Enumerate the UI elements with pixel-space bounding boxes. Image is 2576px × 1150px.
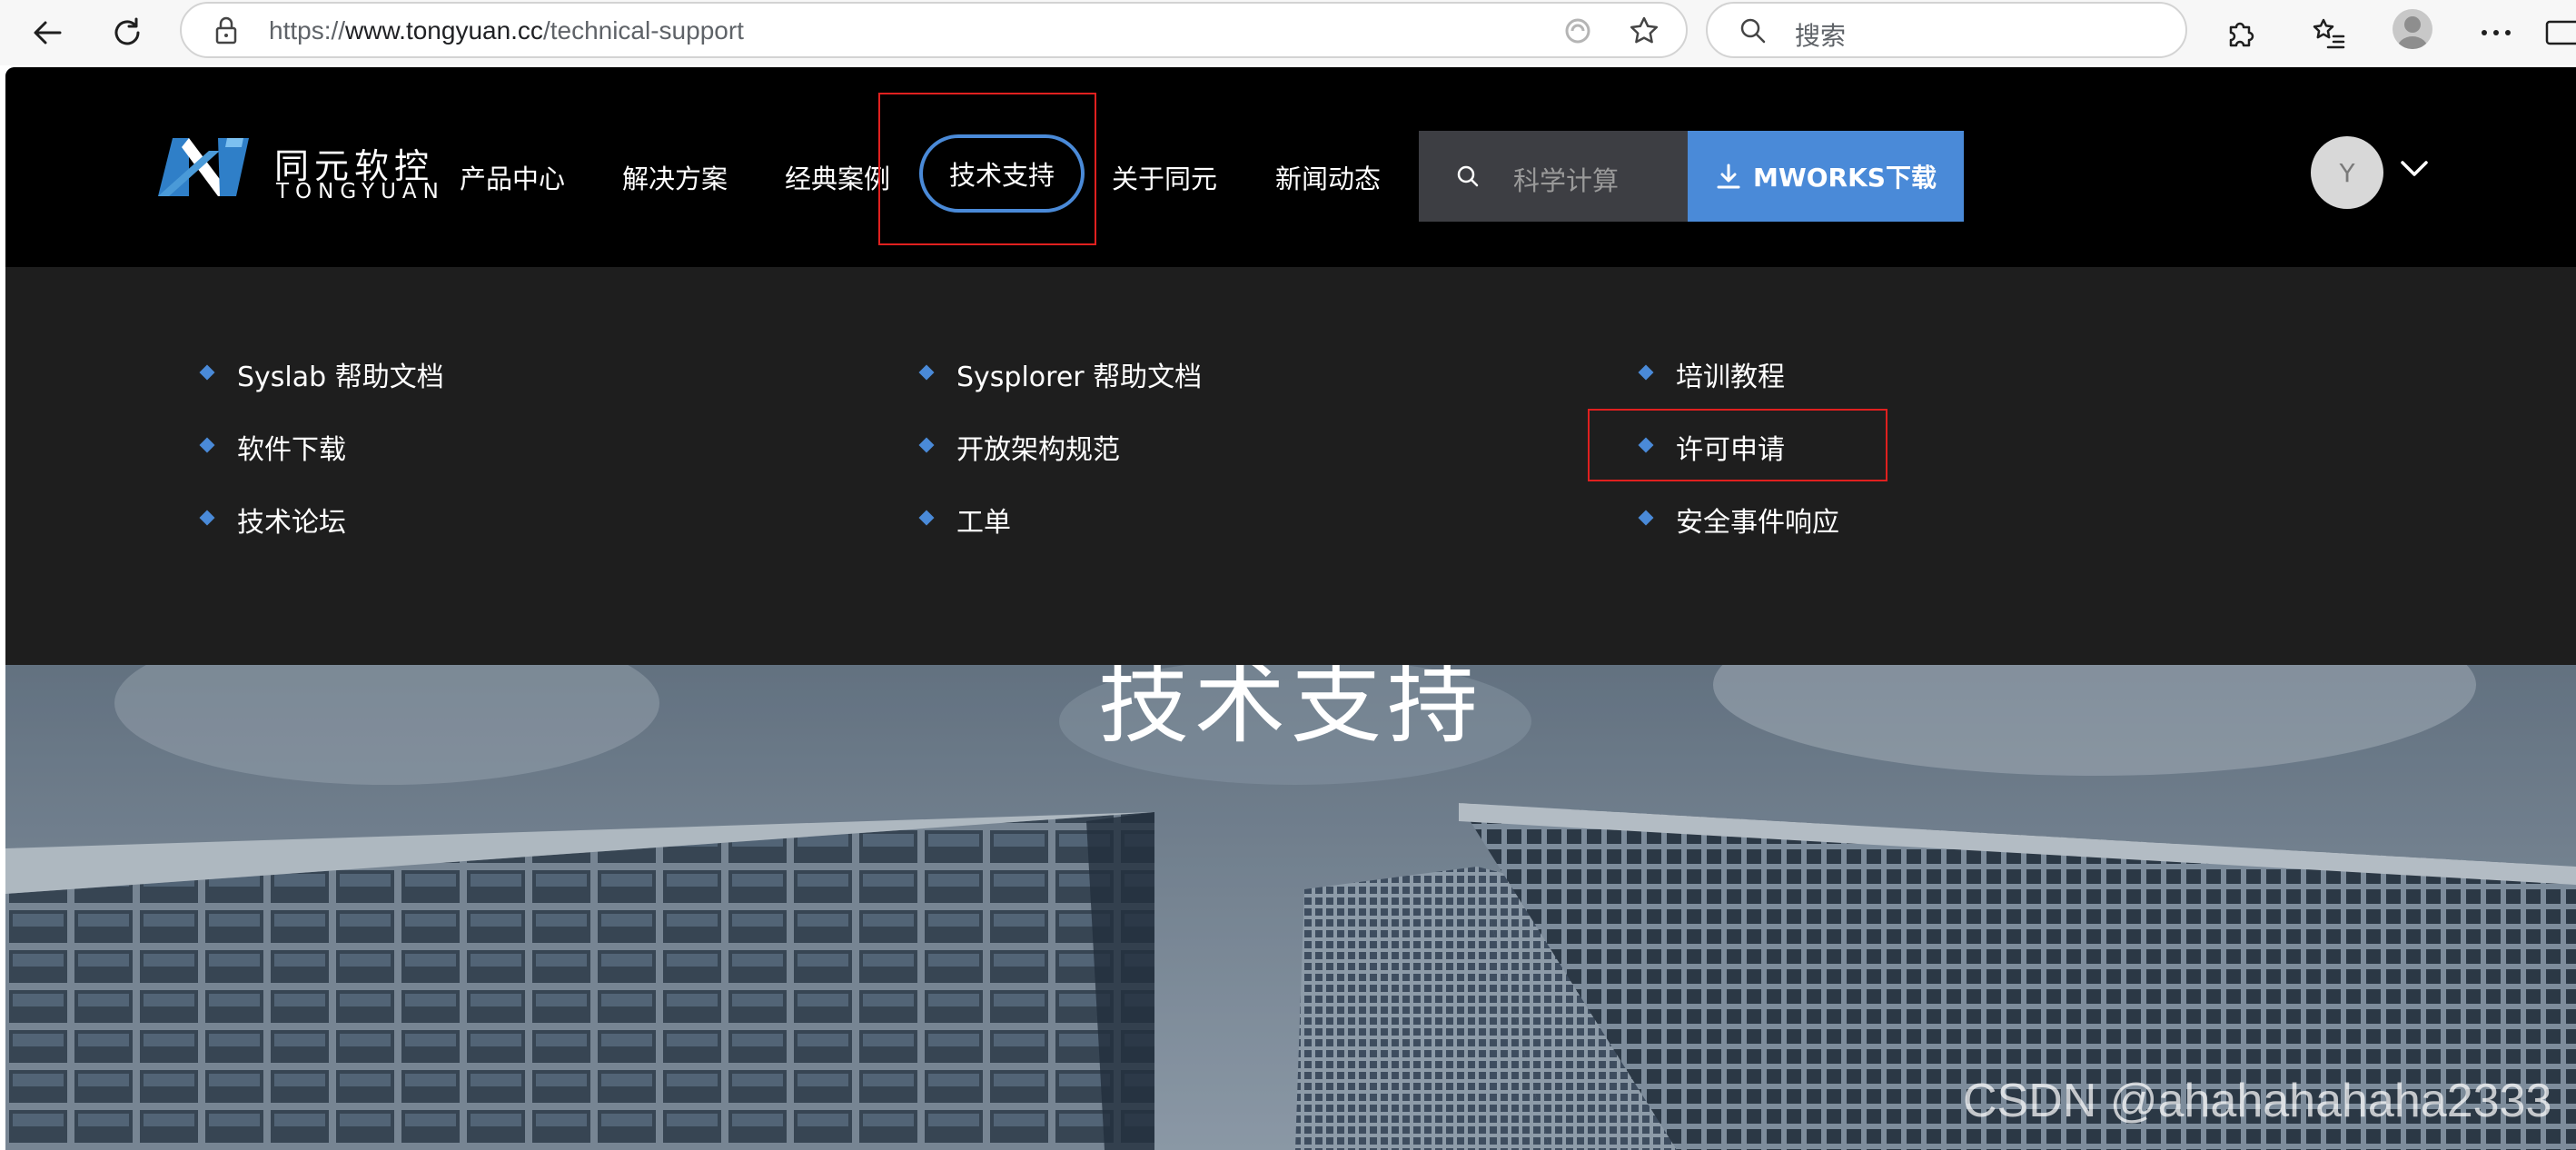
url-text: https://www.tongyuan.cc/technical-suppor… [269,16,744,45]
site-navbar: 同元软控 TONGYUAN 产品中心 解决方案 经典案例 技术支持 关于同元 新… [5,67,2576,267]
site-search-placeholder: 科学计算 [1513,165,1620,196]
bullet-icon [1638,364,1654,381]
nav-cases[interactable]: 经典案例 [785,158,890,196]
menu-item-work-order[interactable]: 工单 [956,500,1011,540]
sidebar-toggle-button[interactable] [2543,5,2576,60]
nav-solutions[interactable]: 解决方案 [622,158,728,196]
browser-search-placeholder: 搜索 [1795,21,1847,51]
logo-english-name: TONGYUAN [276,180,445,203]
search-icon [1740,18,1766,44]
back-arrow-icon [34,21,62,45]
url-domain: www.tongyuan.cc [345,16,543,45]
sidebar-icon [2545,20,2576,45]
bullet-icon [918,437,935,453]
download-label: MWORKS下载 [1753,163,1937,193]
puzzle-icon [2229,22,2254,47]
nav-about[interactable]: 关于同元 [1112,158,1217,196]
favorite-star-icon[interactable] [1628,15,1660,47]
nav-news[interactable]: 新闻动态 [1275,158,1381,196]
bullet-icon [199,437,215,453]
menu-item-training[interactable]: 培训教程 [1676,354,1785,394]
browser-search-box[interactable]: 搜索 [1706,2,2187,58]
tongyuan-logo-icon[interactable] [154,129,254,205]
url-path: /technical-support [542,16,744,45]
user-avatar[interactable]: Y [2311,136,2383,209]
address-bar[interactable]: https://www.tongyuan.cc/technical-suppor… [180,2,1688,58]
website-viewport: 技术支持 CSDN @ahahahahaha2333 同元软控 TONGYUAN… [5,67,2576,1150]
reading-mode-icon[interactable] [1562,15,1593,46]
reload-icon [114,17,140,45]
download-icon [1717,164,1740,189]
url-scheme: https:// [269,16,346,45]
annotation-highlight-box [1588,409,1887,481]
bullet-icon [1638,510,1654,526]
more-options-button[interactable] [2469,5,2523,60]
menu-item-open-arch-spec[interactable]: 开放架构规范 [956,427,1120,467]
search-icon [1457,165,1479,187]
bullet-icon [199,510,215,526]
reload-button[interactable] [100,5,154,60]
bullet-icon [918,510,935,526]
menu-item-syslab-docs[interactable]: Syslab 帮助文档 [237,354,444,394]
more-dots-icon [2482,30,2511,35]
extensions-button[interactable] [2214,5,2269,60]
bullet-icon [199,364,215,381]
menu-item-software-download[interactable]: 软件下载 [237,427,346,467]
chevron-down-icon[interactable] [2398,158,2431,180]
technical-support-dropdown: Syslab 帮助文档 软件下载 技术论坛 Sysplorer 帮助文档 开放架… [5,267,2576,665]
mworks-download-button[interactable]: MWORKS下载 [1688,131,1964,222]
lock-icon [215,16,237,45]
favorites-button[interactable] [2302,5,2356,60]
favorites-list-icon [2313,18,2345,49]
back-button[interactable] [20,5,74,60]
csdn-watermark: CSDN @ahahahahaha2333 [1963,1075,2552,1127]
browser-toolbar: https://www.tongyuan.cc/technical-suppor… [0,0,2576,65]
browser-profile-avatar[interactable] [2393,9,2432,49]
menu-item-security-response[interactable]: 安全事件响应 [1676,500,1839,540]
menu-item-tech-forum[interactable]: 技术论坛 [237,500,346,540]
menu-item-sysplorer-docs[interactable]: Sysplorer 帮助文档 [956,354,1202,394]
bullet-icon [918,364,935,381]
site-search-box[interactable]: 科学计算 [1419,131,1688,222]
nav-products[interactable]: 产品中心 [460,158,565,196]
annotation-highlight-box [878,93,1096,245]
